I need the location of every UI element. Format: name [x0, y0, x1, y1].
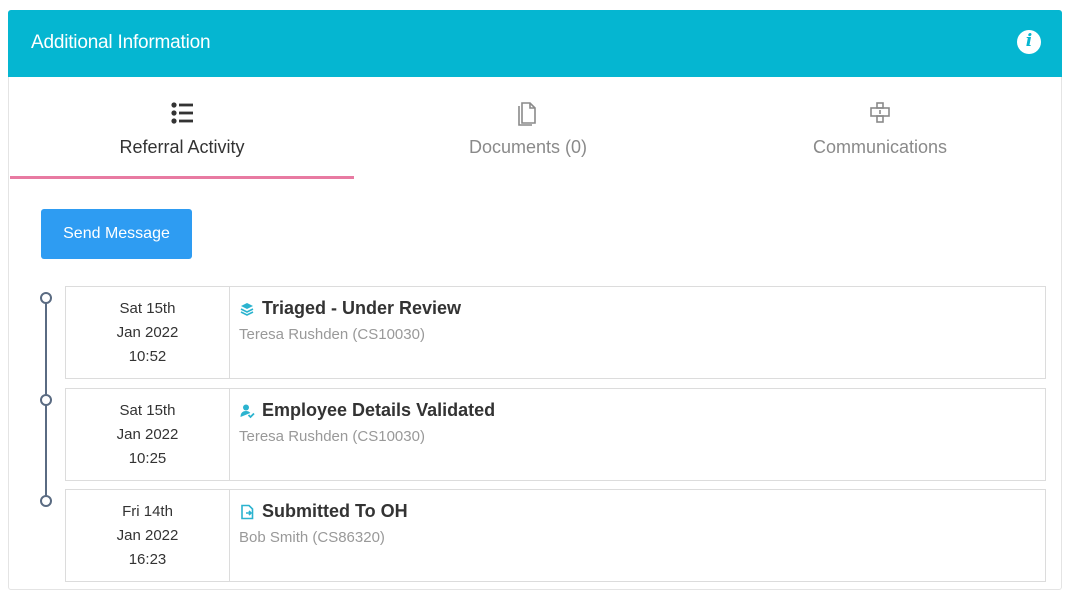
- activity-month-year: Jan 2022: [116, 526, 179, 544]
- activity-time: 10:25: [128, 449, 167, 467]
- activity-title: Employee Details Validated: [239, 400, 1035, 421]
- send-message-button[interactable]: Send Message: [41, 209, 192, 259]
- timeline-dot: [40, 495, 52, 507]
- activity-month-year: Jan 2022: [116, 425, 179, 443]
- panel-header: Additional Information i: [8, 10, 1062, 77]
- activity-day: Sat 15th: [119, 401, 176, 419]
- activity-title-text: Triaged - Under Review: [262, 298, 462, 318]
- panel-title: Additional Information: [31, 32, 211, 53]
- layers-icon: [240, 302, 254, 316]
- user-check-icon: [240, 404, 255, 418]
- activity-day: Fri 14th: [122, 502, 173, 520]
- tab-referral-activity[interactable]: Referral Activity: [10, 77, 354, 179]
- list-icon: [171, 102, 193, 124]
- activity-time: 10:52: [128, 347, 167, 365]
- document-icon: [518, 102, 536, 126]
- tab-label: Communications: [812, 137, 948, 157]
- active-tab-underline: [10, 176, 354, 179]
- activity-month-year: Jan 2022: [116, 323, 179, 341]
- activity-user: Teresa Rushden (CS10030): [239, 326, 425, 343]
- tab-bar: Referral Activity Documents (0) Communic…: [10, 77, 1062, 179]
- timeline-dot: [40, 394, 52, 406]
- activity-body: Submitted To OH Bob Smith (CS86320): [239, 501, 1035, 546]
- activity-user: Teresa Rushden (CS10030): [239, 428, 425, 445]
- communications-icon: [870, 102, 890, 123]
- activity-item: Sat 15th Jan 2022 10:52 Triaged - Under …: [65, 286, 1046, 379]
- activity-body: Triaged - Under Review Teresa Rushden (C…: [239, 298, 1035, 343]
- activity-item: Sat 15th Jan 2022 10:25 Employee Details…: [65, 388, 1046, 481]
- tab-label: Documents (0): [468, 137, 588, 157]
- activity-item: Fri 14th Jan 2022 16:23 Submitted To OH …: [65, 489, 1046, 582]
- activity-time: 16:23: [128, 550, 167, 568]
- activity-date: Fri 14th Jan 2022 16:23: [66, 490, 230, 581]
- activity-date: Sat 15th Jan 2022 10:52: [66, 287, 230, 378]
- info-icon[interactable]: i: [1017, 30, 1041, 54]
- activity-title-text: Submitted To OH: [262, 501, 408, 521]
- activity-day: Sat 15th: [119, 299, 176, 317]
- additional-information-panel: Additional Information i Referral Activi…: [8, 10, 1062, 590]
- activity-title: Triaged - Under Review: [239, 298, 1035, 319]
- activity-user: Bob Smith (CS86320): [239, 529, 385, 546]
- file-submit-icon: [241, 504, 254, 519]
- tab-communications[interactable]: Communications: [708, 77, 1052, 179]
- activity-title: Submitted To OH: [239, 501, 1035, 522]
- tab-label: Referral Activity: [119, 137, 245, 157]
- activity-date: Sat 15th Jan 2022 10:25: [66, 389, 230, 480]
- timeline-dot: [40, 292, 52, 304]
- activity-body: Employee Details Validated Teresa Rushde…: [239, 400, 1035, 445]
- tab-documents[interactable]: Documents (0): [356, 77, 700, 179]
- activity-title-text: Employee Details Validated: [262, 400, 496, 420]
